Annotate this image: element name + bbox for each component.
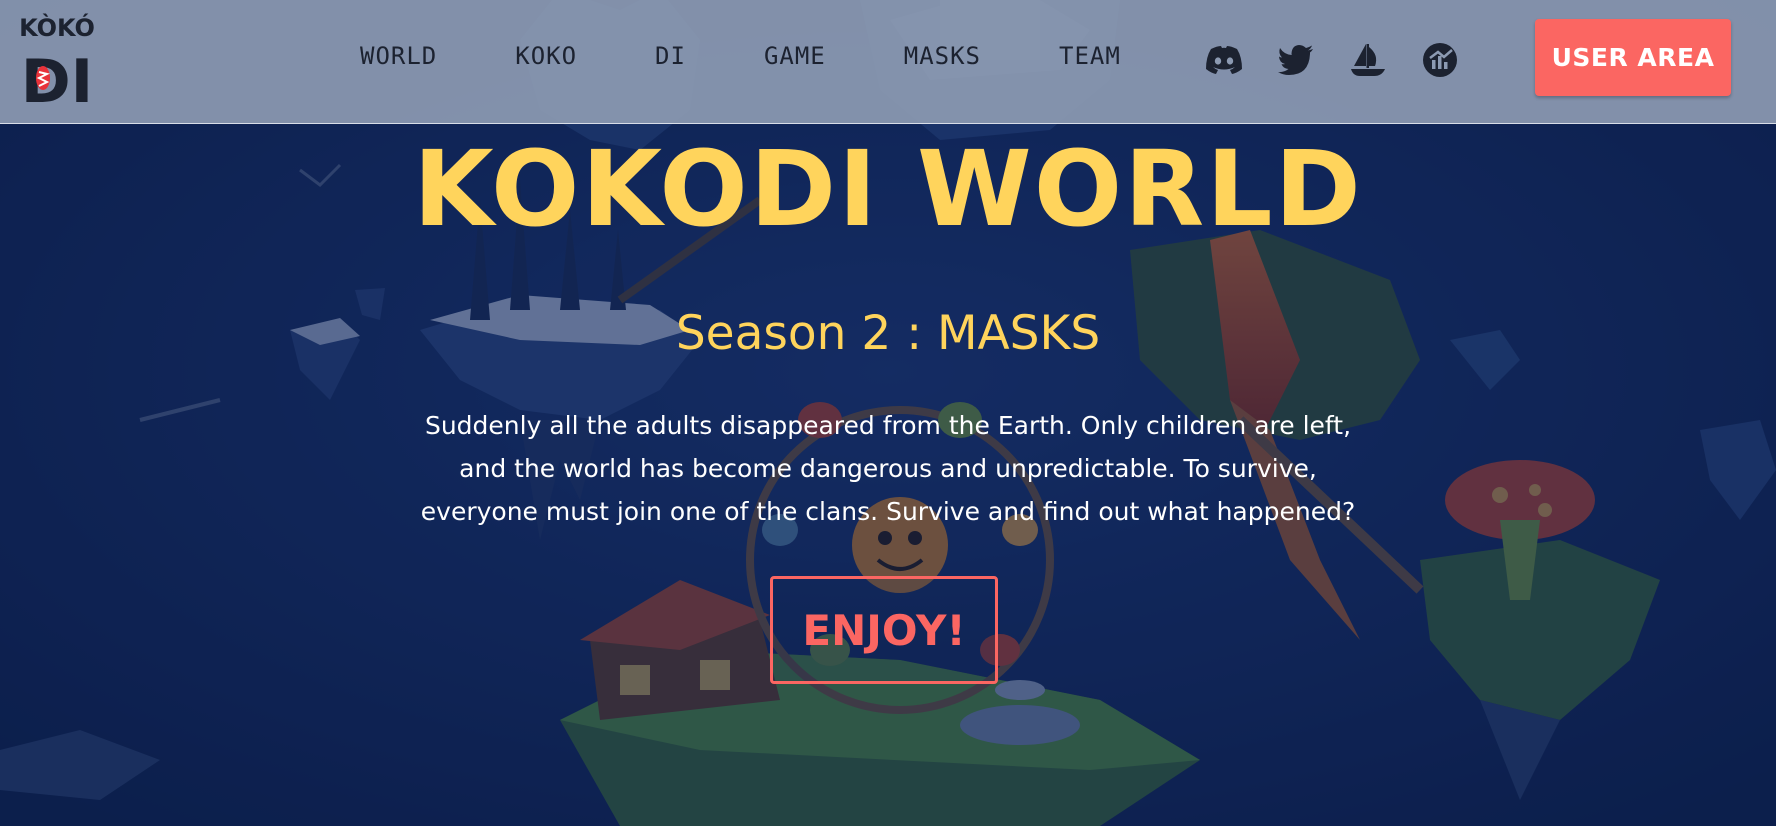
svg-text:DI: DI <box>21 47 93 106</box>
hero-title: KOKODI WORLD <box>413 128 1363 250</box>
kokodi-logo[interactable]: KÒKÓ DI <box>18 12 96 106</box>
twitter-icon <box>1278 45 1313 75</box>
svg-text:KÒKÓ: KÒKÓ <box>19 12 95 42</box>
discord-icon <box>1206 46 1242 74</box>
main-nav: WORLD KOKO DI GAME MASKS TEAM <box>360 42 1121 70</box>
hero-subtitle: Season 2 : MASKS <box>675 306 1101 361</box>
discord-link[interactable] <box>1204 40 1244 80</box>
opensea-ship-icon <box>1351 44 1385 76</box>
hero-description-line: Suddenly all the adults disappeared from… <box>424 411 1352 440</box>
chart-circle-icon <box>1423 43 1457 77</box>
user-area-button[interactable]: USER AREA <box>1535 19 1731 96</box>
hero-description: Suddenly all the adults disappeared from… <box>338 404 1438 533</box>
hero-description-line: and the world has become dangerous and u… <box>459 454 1317 483</box>
nav-item-world[interactable]: WORLD <box>360 42 437 70</box>
nav-item-koko[interactable]: KOKO <box>515 42 577 70</box>
top-navigation-bar: KÒKÓ DI WORLD KOKO DI GAME MASKS TEAM US… <box>0 0 1776 124</box>
chart-link[interactable] <box>1420 40 1460 80</box>
nav-item-game[interactable]: GAME <box>764 42 826 70</box>
nav-item-masks[interactable]: MASKS <box>904 42 981 70</box>
twitter-link[interactable] <box>1276 40 1316 80</box>
enjoy-button[interactable]: ENJOY! <box>770 576 998 684</box>
hero-description-line: everyone must join one of the clans. Sur… <box>420 497 1356 526</box>
nav-item-team[interactable]: TEAM <box>1059 42 1121 70</box>
nav-item-di[interactable]: DI <box>655 42 686 70</box>
opensea-link[interactable] <box>1348 40 1388 80</box>
